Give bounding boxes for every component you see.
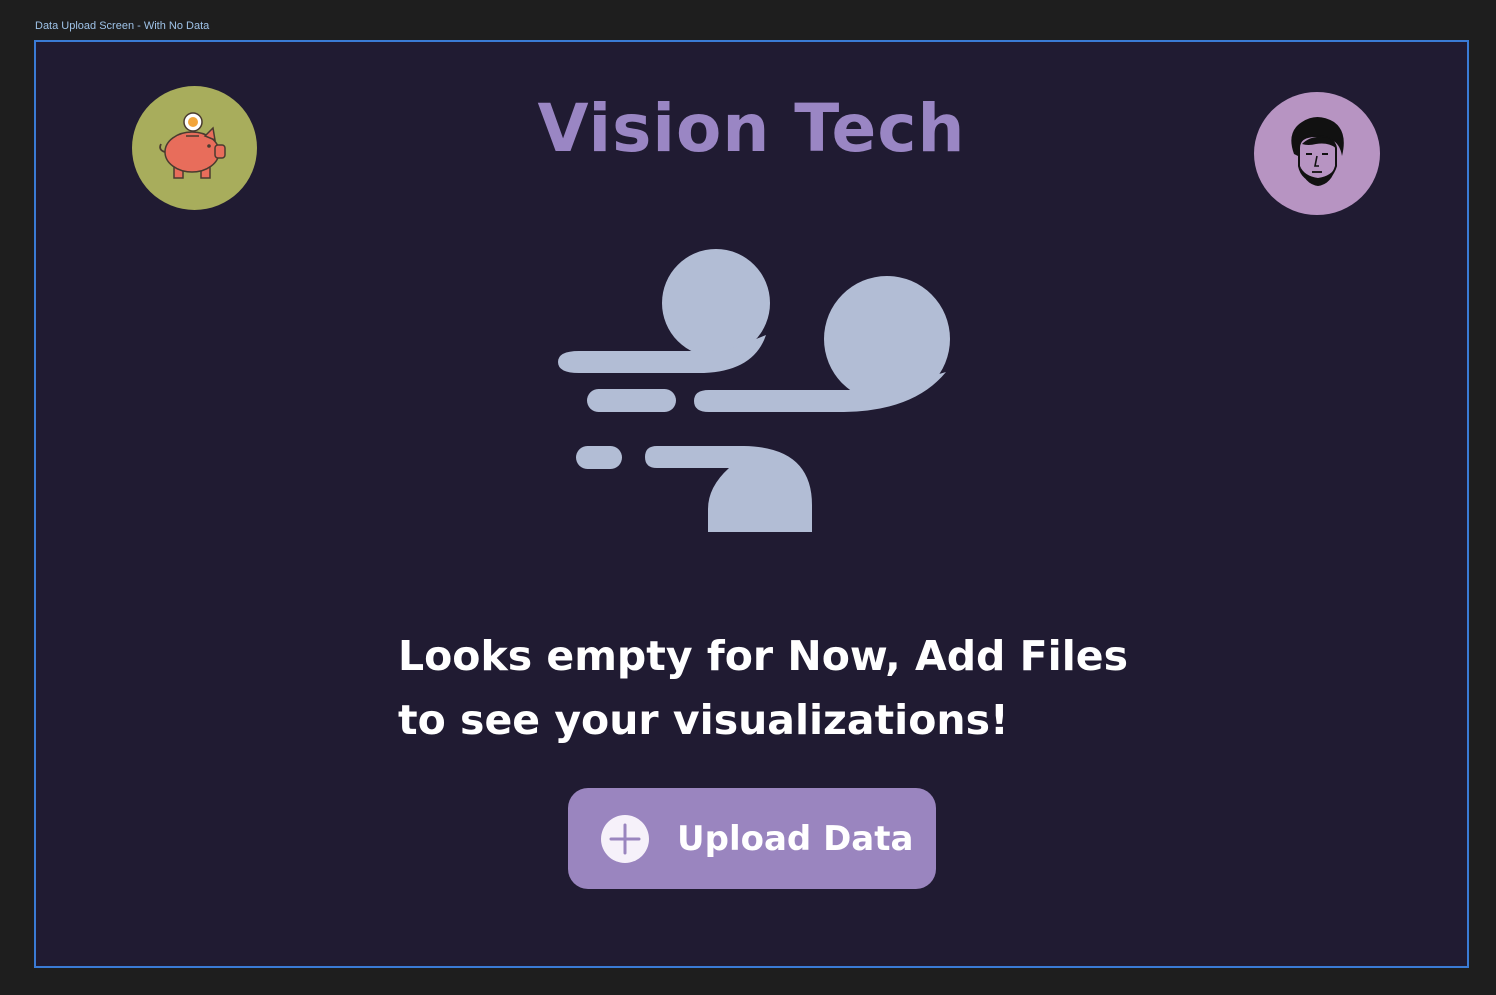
upload-data-button[interactable]: Upload Data bbox=[568, 788, 936, 889]
plus-circle-icon bbox=[601, 814, 649, 863]
user-avatar-button[interactable] bbox=[1254, 92, 1380, 215]
empty-message-line-2: to see your visualizations! bbox=[398, 696, 1009, 744]
app-title: Vision Tech bbox=[537, 90, 966, 167]
frame-label: Data Upload Screen - With No Data bbox=[35, 20, 210, 32]
upload-screen: Vision Tech Looks empty for Now, Add Fil… bbox=[34, 40, 1469, 968]
upload-data-label: Upload Data bbox=[677, 818, 914, 859]
empty-message-line-1: Looks empty for Now, Add Files bbox=[398, 632, 1128, 680]
empty-state-message: Looks empty for Now, Add Files to see yo… bbox=[398, 624, 1158, 752]
user-avatar-icon bbox=[1291, 116, 1344, 186]
wind-gust-icon bbox=[558, 249, 950, 532]
